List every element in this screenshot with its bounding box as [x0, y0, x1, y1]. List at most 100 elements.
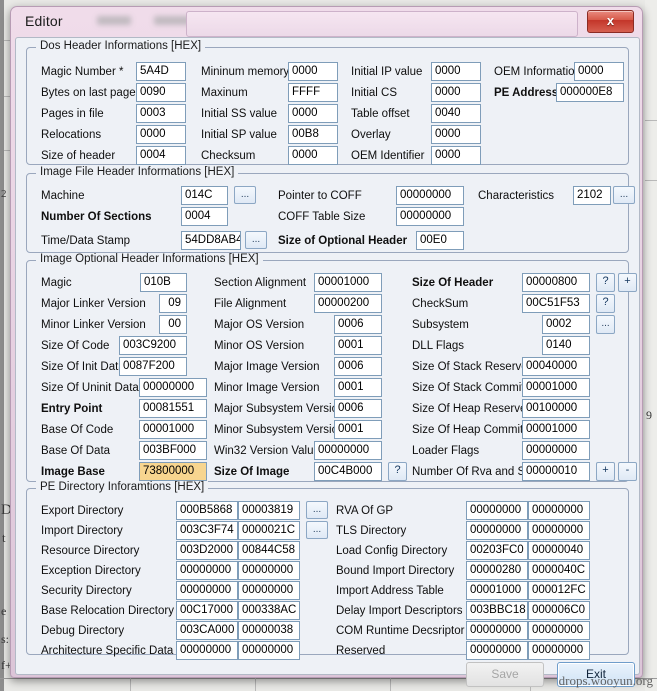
field-size-of-optional-header[interactable]: 00E0 — [416, 231, 464, 250]
field-win32-version-value[interactable]: 00000000 — [314, 441, 382, 460]
size-of-header-help-button[interactable]: ? — [596, 273, 615, 292]
field-load-config-directory-size[interactable]: 00000040 — [528, 541, 590, 560]
field-size-of-code[interactable]: 003C9200 — [119, 336, 187, 355]
field-loader-flags[interactable]: 00000000 — [522, 441, 590, 460]
field-overlay[interactable]: 0000 — [431, 125, 481, 144]
size-of-header-plus-button[interactable]: + — [618, 273, 637, 292]
field-security-directory-rva[interactable]: 00000000 — [176, 581, 238, 600]
field-delay-import-descriptors-size[interactable]: 000006C0 — [528, 601, 590, 620]
field-size-of-header-opt[interactable]: 00000800 — [522, 273, 590, 292]
field-debug-directory-size[interactable]: 00000038 — [238, 621, 300, 640]
field-com-runtime-descriptor-rva[interactable]: 00000000 — [466, 621, 528, 640]
field-rva-of-gp-rva[interactable]: 00000000 — [466, 501, 528, 520]
field-major-linker-version[interactable]: 09 — [159, 294, 187, 313]
field-resource-directory-size[interactable]: 00844C58 — [238, 541, 300, 560]
field-initial-cs[interactable]: 0000 — [431, 83, 481, 102]
field-import-address-table-size[interactable]: 000012FC — [528, 581, 590, 600]
field-size-of-uninit-data[interactable]: 00000000 — [139, 378, 207, 397]
field-exception-directory-rva[interactable]: 00000000 — [176, 561, 238, 580]
size-of-image-help-button[interactable]: ? — [388, 462, 407, 481]
field-size-of-image[interactable]: 00C4B000 — [314, 462, 382, 481]
field-size-of-stack-reserve[interactable]: 00040000 — [522, 357, 590, 376]
field-architecture-specific-data-size[interactable]: 00000000 — [238, 641, 300, 660]
field-machine[interactable]: 014C — [181, 186, 228, 205]
field-table-offset[interactable]: 0040 — [431, 104, 481, 123]
field-oem-identifier[interactable]: 0000 — [431, 146, 481, 165]
field-security-directory-size[interactable]: 00000000 — [238, 581, 300, 600]
field-magic[interactable]: 010B — [140, 273, 187, 292]
field-size-of-header[interactable]: 0004 — [136, 146, 186, 165]
field-minor-linker-version[interactable]: 00 — [159, 315, 187, 334]
field-size-of-stack-commit[interactable]: 00001000 — [522, 378, 590, 397]
field-export-directory-rva[interactable]: 000B5868 — [176, 501, 238, 520]
field-delay-import-descriptors-rva[interactable]: 003BBC18 — [466, 601, 528, 620]
rva-plus-button[interactable]: + — [596, 462, 615, 481]
field-import-directory-size[interactable]: 0000021C — [238, 521, 300, 540]
field-time-data-stamp[interactable]: 54DD8AB4 — [181, 231, 241, 250]
field-load-config-directory-rva[interactable]: 00203FC0 — [466, 541, 528, 560]
field-import-address-table-rva[interactable]: 00001000 — [466, 581, 528, 600]
field-size-of-heap-commit[interactable]: 00001000 — [522, 420, 590, 439]
field-import-directory-rva[interactable]: 003C3F74 — [176, 521, 238, 540]
field-minor-os-version[interactable]: 0001 — [334, 336, 382, 355]
field-number-of-sections[interactable]: 0004 — [181, 207, 228, 226]
subsystem-ellipsis-button[interactable]: ... — [596, 315, 615, 334]
field-exception-directory-size[interactable]: 00000000 — [238, 561, 300, 580]
close-button[interactable]: x — [587, 10, 634, 33]
field-relocations[interactable]: 0000 — [136, 125, 186, 144]
field-file-alignment[interactable]: 00000200 — [314, 294, 382, 313]
field-rva-of-gp-size[interactable]: 00000000 — [528, 501, 590, 520]
field-subsystem[interactable]: 0002 — [542, 315, 590, 334]
field-base-of-data[interactable]: 003BF000 — [139, 441, 207, 460]
field-image-base[interactable]: 73800000 — [139, 462, 207, 481]
field-major-subsystem-version[interactable]: 0006 — [334, 399, 382, 418]
field-debug-directory-rva[interactable]: 003CA000 — [176, 621, 238, 640]
field-reserved-rva[interactable]: 00000000 — [466, 641, 528, 660]
field-dll-flags[interactable]: 0140 — [542, 336, 590, 355]
checksum-help-button[interactable]: ? — [596, 294, 615, 313]
field-tls-directory-size[interactable]: 00000000 — [528, 521, 590, 540]
field-architecture-specific-data-rva[interactable]: 00000000 — [176, 641, 238, 660]
field-export-directory-size[interactable]: 00003819 — [238, 501, 300, 520]
field-bound-import-directory-rva[interactable]: 00000280 — [466, 561, 528, 580]
field-number-of-rva-and-size[interactable]: 00000010 — [522, 462, 590, 481]
field-oem-information[interactable]: 0000 — [574, 62, 624, 81]
field-initial-sp-value[interactable]: 00B8 — [288, 125, 338, 144]
field-bytes-on-last-page[interactable]: 0090 — [136, 83, 186, 102]
field-major-os-version[interactable]: 0006 — [334, 315, 382, 334]
field-mininum-memory[interactable]: 0000 — [288, 62, 338, 81]
field-pe-address[interactable]: 000000E8 — [556, 83, 624, 102]
characteristics-ellipsis-button[interactable]: ... — [613, 186, 635, 204]
field-size-of-heap-reserve[interactable]: 00100000 — [522, 399, 590, 418]
export-directory-ellipsis-button[interactable]: ... — [306, 501, 328, 519]
field-initial-ss-value[interactable]: 0000 — [288, 104, 338, 123]
field-magic-number[interactable]: 5A4D — [136, 62, 186, 81]
field-bound-import-directory-size[interactable]: 0000040C — [528, 561, 590, 580]
field-base-relocation-directory-rva[interactable]: 00C17000 — [176, 601, 238, 620]
field-minor-subsystem-version[interactable]: 0001 — [334, 420, 382, 439]
field-base-of-code[interactable]: 00001000 — [139, 420, 207, 439]
field-reserved-size[interactable]: 00000000 — [528, 641, 590, 660]
field-resource-directory-rva[interactable]: 003D2000 — [176, 541, 238, 560]
field-com-runtime-descriptor-size[interactable]: 00000000 — [528, 621, 590, 640]
machine-ellipsis-button[interactable]: ... — [234, 186, 256, 204]
import-directory-ellipsis-button[interactable]: ... — [306, 521, 328, 539]
field-section-alignment[interactable]: 00001000 — [314, 273, 382, 292]
field-initial-ip-value[interactable]: 0000 — [431, 62, 481, 81]
title-bar[interactable]: Editor x — [11, 7, 642, 37]
field-checksum[interactable]: 0000 — [288, 146, 338, 165]
field-entry-point[interactable]: 00081551 — [139, 399, 207, 418]
field-maxinum[interactable]: FFFF — [288, 83, 338, 102]
field-tls-directory-rva[interactable]: 00000000 — [466, 521, 528, 540]
save-button[interactable]: Save — [466, 662, 544, 687]
field-pages-in-file[interactable]: 0003 — [136, 104, 186, 123]
field-major-image-version[interactable]: 0006 — [334, 357, 382, 376]
field-base-relocation-directory-size[interactable]: 000338AC — [238, 601, 300, 620]
field-coff-table-size[interactable]: 00000000 — [396, 207, 464, 226]
rva-minus-button[interactable]: - — [618, 462, 637, 481]
field-characteristics[interactable]: 2102 — [573, 186, 611, 205]
field-checksum-opt[interactable]: 00C51F53 — [522, 294, 590, 313]
time-data-stamp-ellipsis-button[interactable]: ... — [245, 231, 267, 249]
field-size-of-init-data[interactable]: 0087F200 — [119, 357, 187, 376]
field-pointer-to-coff[interactable]: 00000000 — [396, 186, 464, 205]
